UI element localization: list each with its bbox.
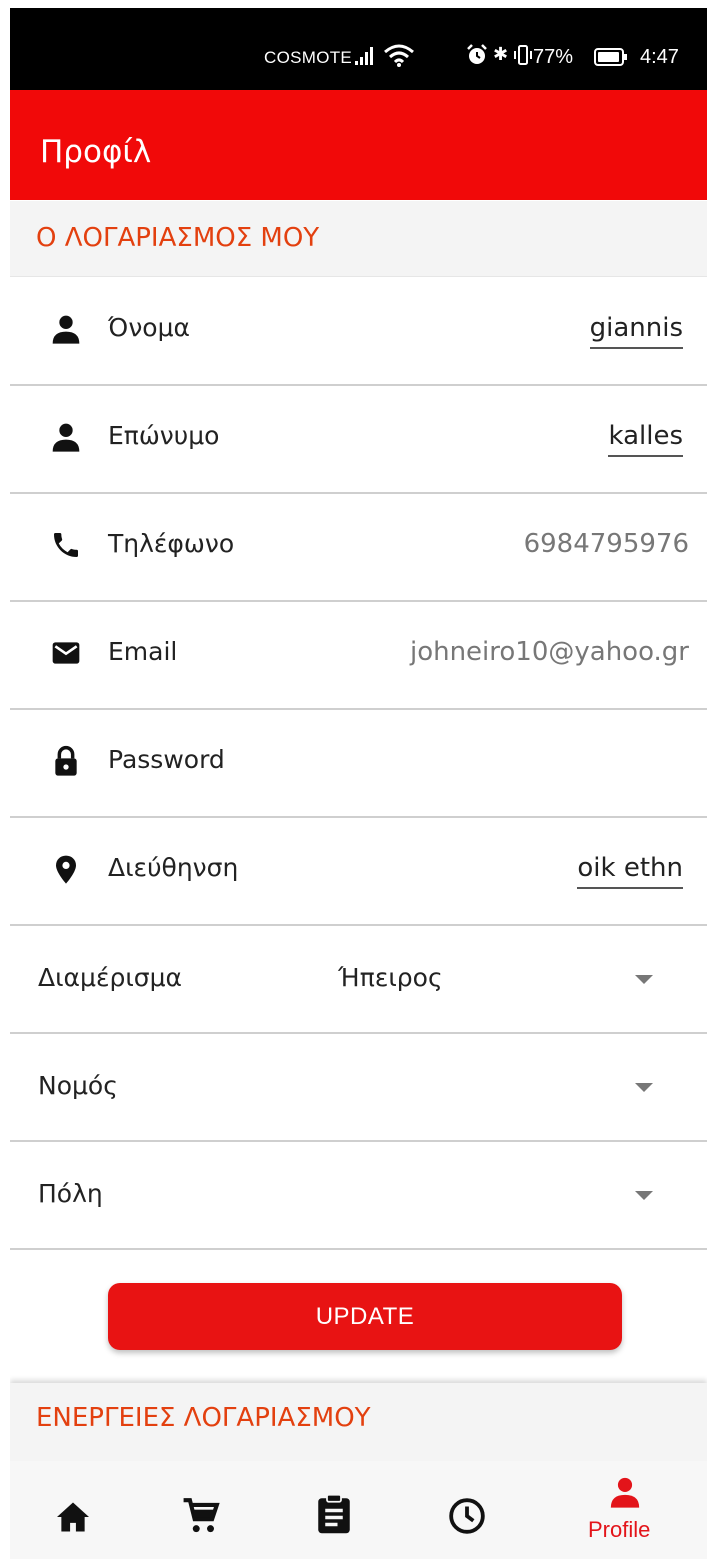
first-name-label: Όνομα (108, 313, 190, 342)
dropdown-arrow-icon[interactable] (635, 1083, 653, 1092)
password-label: Password (108, 745, 225, 774)
update-button[interactable]: UPDATE (108, 1283, 622, 1350)
history-clock-icon (449, 1498, 485, 1534)
bottom-navigation: Profile (10, 1461, 707, 1559)
location-pin-icon (56, 855, 76, 884)
city-dropdown[interactable]: Πόλη (10, 1141, 707, 1250)
nav-history[interactable] (430, 1461, 510, 1559)
email-label: Email (108, 637, 178, 666)
region-label: Διαμέρισμα (38, 963, 183, 992)
nav-cart[interactable] (162, 1461, 242, 1559)
first-name-row: Όνομα giannis (10, 277, 707, 386)
carrier-label: COSMOTE (264, 48, 353, 67)
person-icon (52, 423, 80, 452)
phone-icon (54, 533, 78, 557)
nav-profile[interactable]: Profile (570, 1461, 680, 1559)
home-icon (57, 1502, 89, 1532)
mail-icon (52, 642, 80, 664)
person-icon (52, 315, 80, 344)
email-row: Email johneiro10@yahoo.gr (10, 601, 707, 710)
prefecture-dropdown[interactable]: Νομός (10, 1033, 707, 1142)
battery-percent: 77% (533, 46, 574, 68)
region-selected-value: Ήπειρος (338, 963, 443, 992)
bluetooth-icon: ✱ (493, 44, 509, 64)
phone-row: Τηλέφωνο 6984795976 (10, 493, 707, 602)
email-value: johneiro10@yahoo.gr (409, 637, 689, 667)
address-row: Διεύθηνση oik ethn (10, 817, 707, 926)
address-label: Διεύθηνση (108, 853, 239, 882)
profile-icon (610, 1477, 640, 1508)
section-title: ΕΝΕΡΓΕΙΕΣ ΛΟΓΑΡΙΑΣΜΟΥ (36, 1403, 371, 1433)
prefecture-label: Νομός (38, 1071, 118, 1100)
last-name-row: Επώνυμο kalles (10, 385, 707, 494)
account-section-header: Ο ΛΟΓΑΡΙΑΣΜΟΣ ΜΟΥ (10, 201, 707, 277)
lock-icon (55, 745, 77, 776)
alarm-icon (467, 44, 487, 64)
clipboard-icon (318, 1493, 350, 1534)
phone-label: Τηλέφωνο (108, 529, 235, 558)
dropdown-arrow-icon[interactable] (635, 975, 653, 984)
dropdown-arrow-icon[interactable] (635, 1191, 653, 1200)
first-name-input[interactable]: giannis (589, 313, 683, 349)
cart-icon (183, 1498, 220, 1533)
battery-icon (594, 48, 627, 66)
city-label: Πόλη (38, 1179, 103, 1208)
password-row[interactable]: Password (10, 709, 707, 818)
account-actions-section-header[interactable]: ΕΝΕΡΓΕΙΕΣ ΛΟΓΑΡΙΑΣΜΟΥ (10, 1383, 707, 1461)
nav-orders[interactable] (298, 1461, 378, 1559)
last-name-input[interactable]: kalles (608, 421, 683, 457)
app-screen: COSMOTE ✱ 77% 4:47 Προφίλ Ο ΛΟΓΑΡΙΑΣΜΟΣ … (10, 8, 707, 1559)
section-title: Ο ΛΟΓΑΡΙΑΣΜΟΣ ΜΟΥ (36, 223, 320, 253)
nav-profile-label: Profile (588, 1517, 651, 1542)
nav-home[interactable] (35, 1461, 115, 1559)
wifi-icon (384, 44, 414, 67)
phone-value: 6984795976 (523, 529, 689, 559)
address-input[interactable]: oik ethn (577, 853, 683, 889)
vibrate-icon (514, 45, 532, 65)
region-dropdown[interactable]: Διαμέρισμα Ήπειρος (10, 925, 707, 1034)
clock-time: 4:47 (640, 46, 679, 68)
page-title: Προφίλ (40, 134, 152, 170)
status-bar: COSMOTE ✱ 77% 4:47 (10, 8, 707, 90)
signal-icon (355, 47, 373, 65)
last-name-label: Επώνυμο (108, 421, 220, 450)
app-bar: Προφίλ (10, 90, 707, 200)
